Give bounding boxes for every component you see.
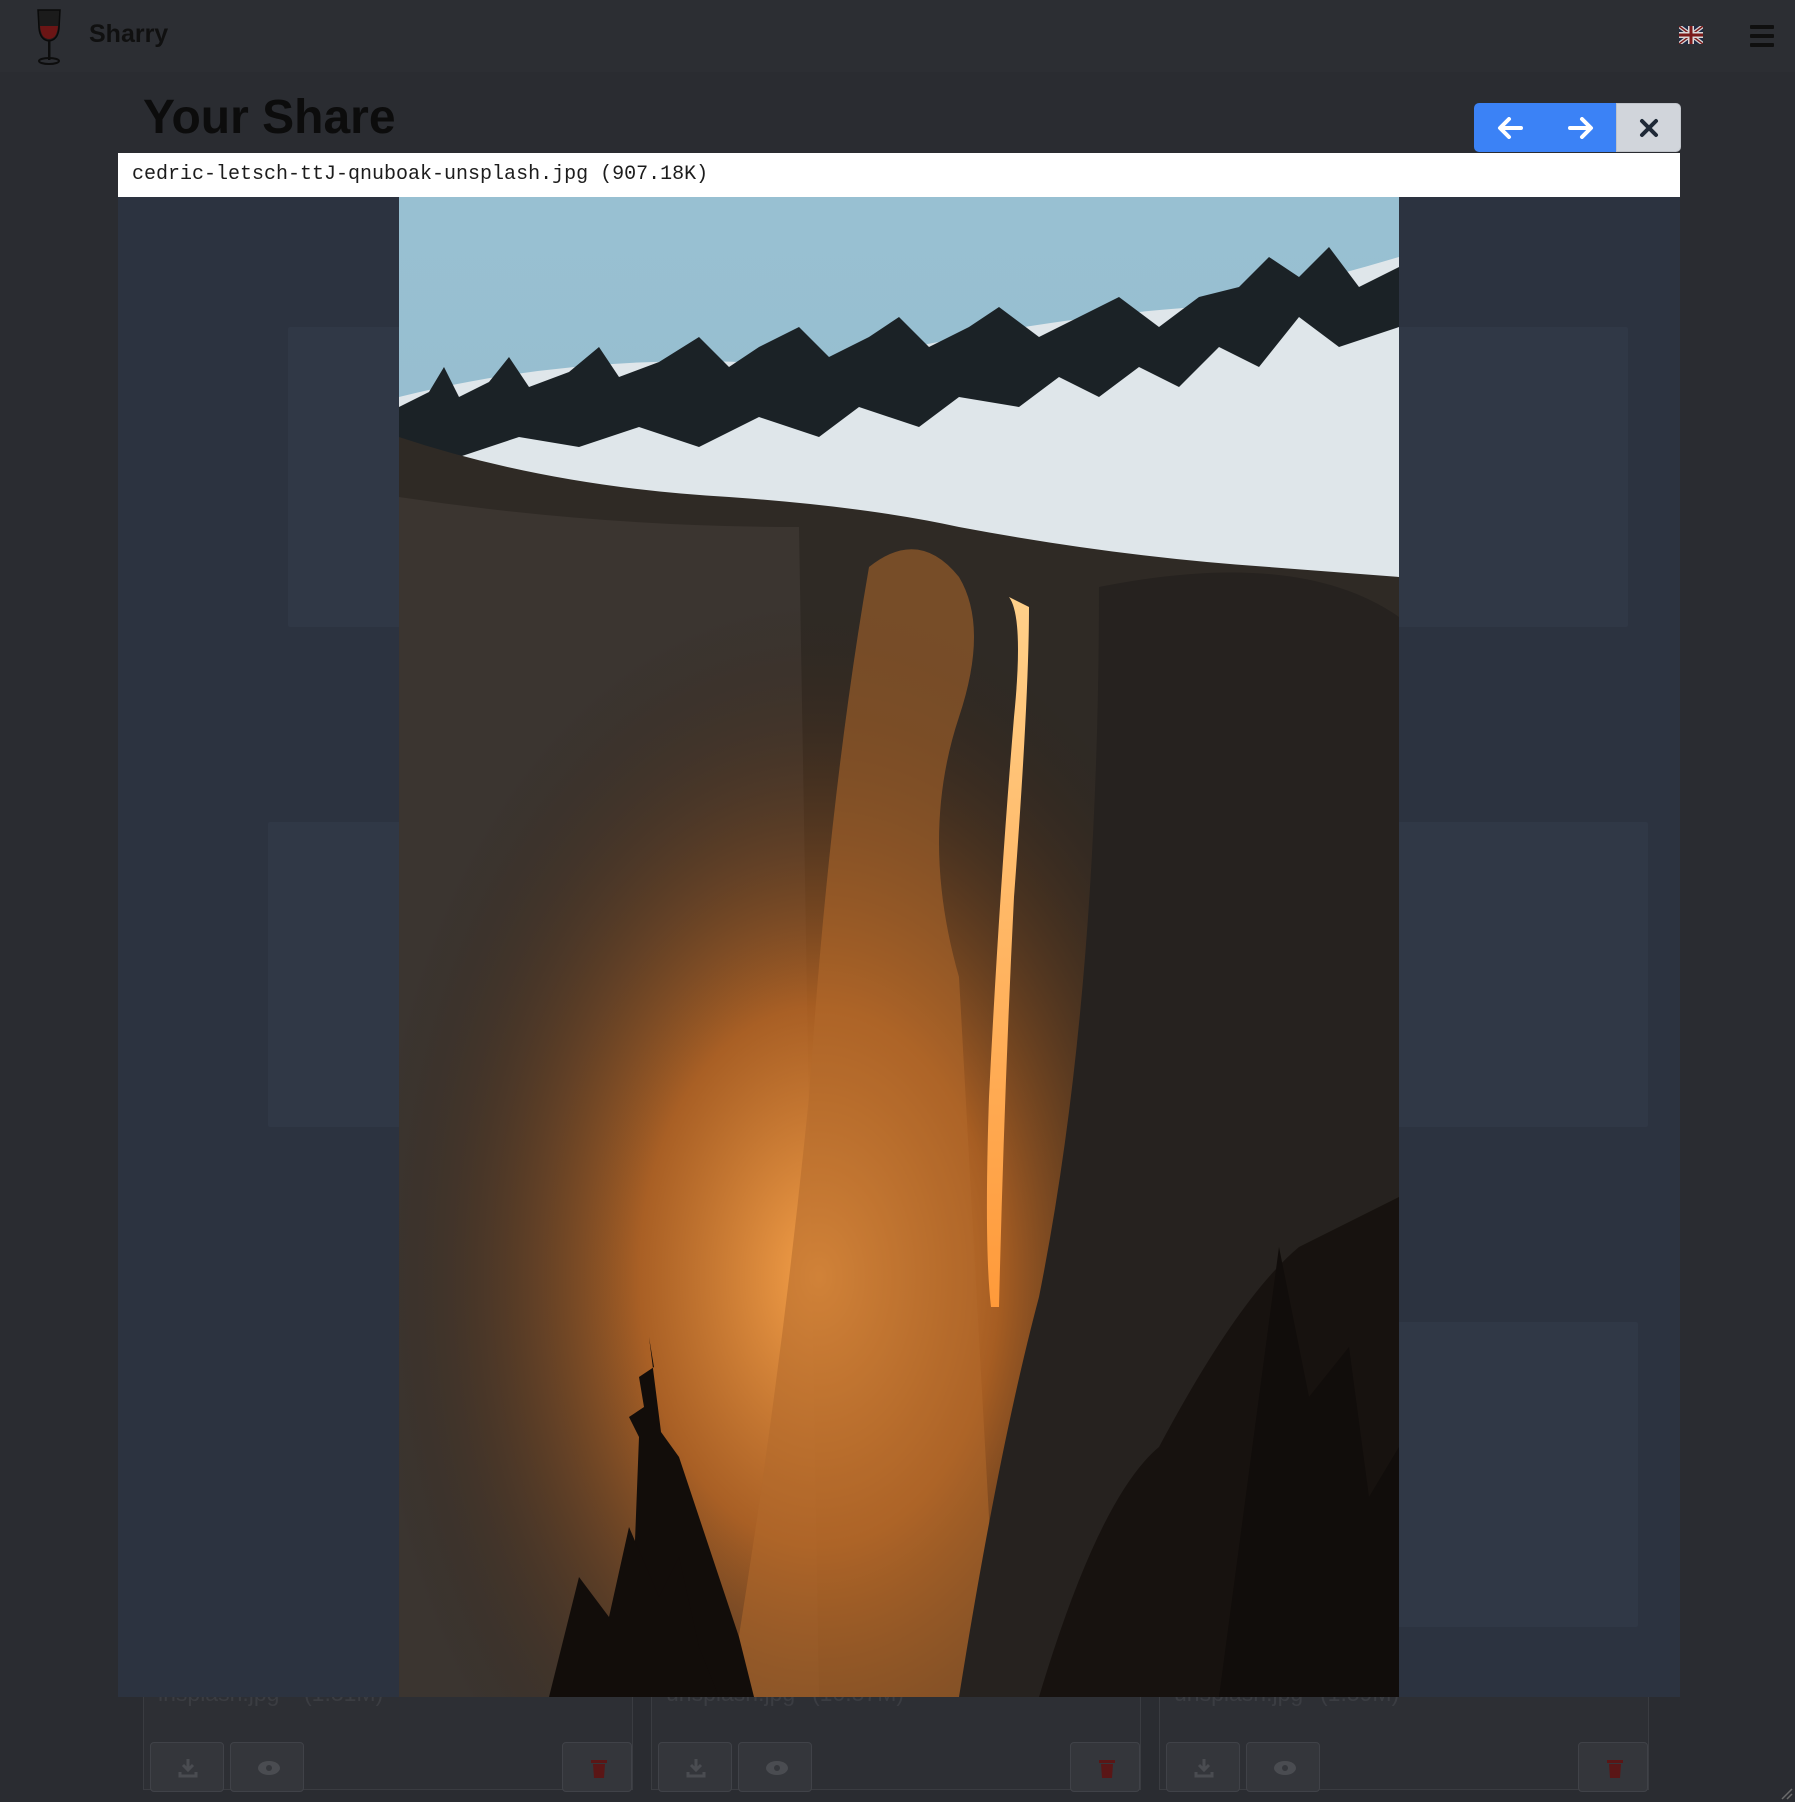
uk-flag-icon[interactable] [1679,26,1703,44]
modal-controls [1474,103,1681,152]
top-bar: Sharry [0,0,1795,72]
close-button[interactable] [1616,103,1681,152]
waterfall-photo [399,197,1399,1697]
download-icon [1194,1759,1214,1778]
download-button[interactable] [150,1742,224,1792]
delete-button[interactable] [562,1742,632,1792]
delete-button[interactable] [1070,1742,1140,1792]
close-icon [1639,118,1658,137]
previous-button[interactable] [1474,103,1545,152]
file-caption: cedric-letsch-ttJ-qnuboak-unsplash.jpg (… [132,163,709,186]
wine-glass-logo-icon[interactable] [34,8,64,66]
view-button[interactable] [1246,1742,1320,1792]
download-button[interactable] [658,1742,732,1792]
resize-grip-icon[interactable] [1779,1786,1793,1800]
trash-icon [1607,1760,1623,1778]
eye-icon [258,1761,280,1775]
eye-icon [1274,1761,1296,1775]
hamburger-icon[interactable] [1750,25,1774,47]
trash-icon [1099,1760,1115,1778]
download-button[interactable] [1166,1742,1240,1792]
delete-button[interactable] [1578,1742,1648,1792]
download-icon [686,1759,706,1778]
download-icon [178,1759,198,1778]
view-button[interactable] [230,1742,304,1792]
arrow-right-icon [1567,116,1593,139]
arrow-left-icon [1497,116,1523,139]
view-button[interactable] [738,1742,812,1792]
eye-icon [766,1761,788,1775]
app-name[interactable]: Sharry [89,20,168,49]
next-button[interactable] [1545,103,1616,152]
modal-header: cedric-letsch-ttJ-qnuboak-unsplash.jpg (… [118,153,1680,197]
trash-icon [591,1760,607,1778]
page-title: Your Share [143,91,396,144]
